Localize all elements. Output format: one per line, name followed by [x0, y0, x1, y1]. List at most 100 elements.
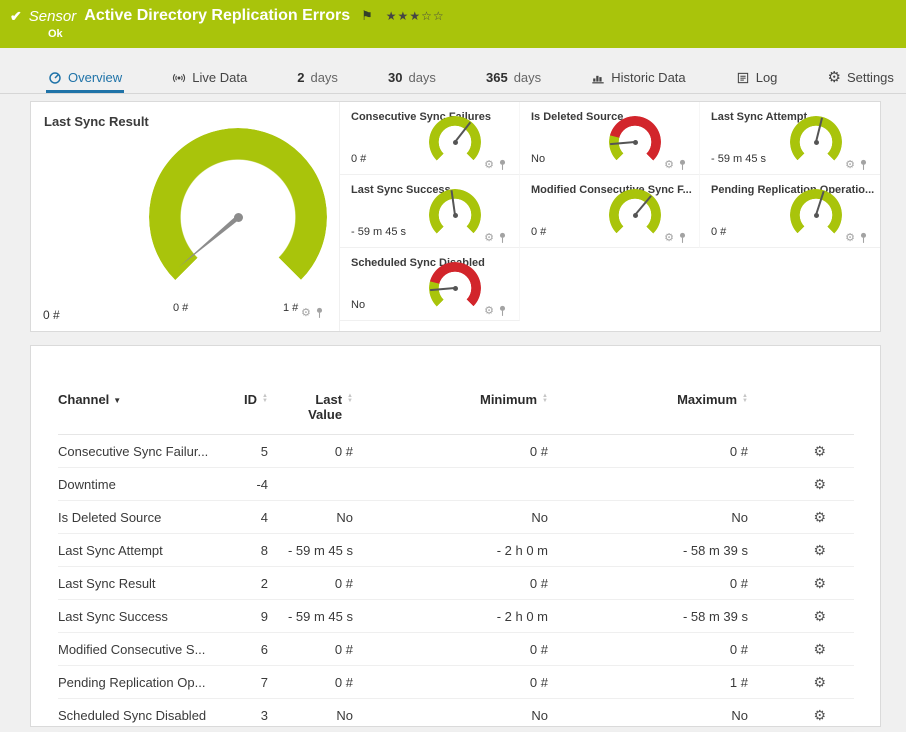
gauge-tile: Modified Consecutive Sync F... 0 # ⚙	[520, 175, 700, 248]
cell-maximum: No	[548, 500, 748, 534]
cell-id: 5	[223, 434, 268, 468]
cell-minimum: 0 #	[353, 434, 548, 468]
cell-channel: Last Sync Result	[58, 566, 223, 600]
column-header-last_value[interactable]: Last Value ▲ ▼	[268, 388, 353, 435]
cell-settings: ⚙	[748, 533, 854, 567]
gauge-tile-icons: ⚙	[664, 159, 687, 171]
gauge-dial	[429, 262, 481, 314]
gauge-hub	[813, 139, 819, 145]
page-title: Active Directory Replication Errors	[84, 7, 351, 24]
column-header-settings	[748, 388, 854, 435]
priority-flag-icon[interactable]: ⚑	[361, 8, 373, 24]
column-header-id[interactable]: ID ▲ ▼	[223, 388, 268, 435]
channel-settings-icon[interactable]: ⚙	[813, 609, 826, 623]
cell-settings: ⚙	[748, 500, 854, 534]
pin-icon[interactable]	[498, 232, 507, 244]
tab-historic-data[interactable]: Historic Data	[589, 65, 687, 93]
gauge-dial	[429, 116, 481, 168]
cell-channel: Downtime	[58, 467, 223, 501]
main-gauge-dial	[149, 128, 327, 306]
gauge-dial	[790, 116, 842, 168]
pin-icon[interactable]	[498, 305, 507, 317]
channel-settings-icon[interactable]: ⚙	[813, 642, 826, 656]
tab-settings[interactable]: ⚙ Settings	[825, 65, 895, 93]
pin-icon[interactable]	[678, 159, 687, 171]
gauge-settings-icon[interactable]: ⚙	[845, 159, 855, 171]
gauge-settings-icon[interactable]: ⚙	[484, 232, 494, 244]
tab-live-data[interactable]: Live Data	[170, 65, 249, 93]
column-header-channel[interactable]: Channel ▼	[58, 388, 223, 435]
gauge-value: - 59 m 45 s	[351, 226, 407, 238]
gauge-settings-icon[interactable]: ⚙	[845, 232, 855, 244]
column-label: Channel	[58, 392, 110, 407]
gauge-min-label: 0 #	[173, 302, 189, 314]
tab-log[interactable]: Log	[734, 65, 780, 93]
gauge-tile: Pending Replication Operatio... 0 # ⚙	[700, 175, 880, 248]
gauge-settings-icon[interactable]: ⚙	[484, 305, 494, 317]
pin-icon[interactable]	[678, 232, 687, 244]
pin-icon[interactable]	[859, 159, 868, 171]
gauge-tile-icons: ⚙	[664, 232, 687, 244]
cell-maximum: 0 #	[548, 434, 748, 468]
sort-icon: ▲ ▼	[262, 393, 268, 404]
pin-icon[interactable]	[859, 232, 868, 244]
pin-icon[interactable]	[498, 159, 507, 171]
channel-table-head-row: Channel ▼ ID ▲ ▼ Last Value ▲ ▼ Minimum ▲ ▼ Maximum…	[58, 388, 854, 435]
column-header-minimum[interactable]: Minimum ▲ ▼	[353, 388, 548, 435]
cell-settings: ⚙	[748, 665, 854, 699]
channel-settings-icon[interactable]: ⚙	[813, 444, 826, 458]
tab-365-days[interactable]: 365 days	[484, 65, 543, 93]
channels-table: Channel ▼ ID ▲ ▼ Last Value ▲ ▼ Minimum ▲ ▼ Maximum…	[58, 388, 854, 732]
sensor-header: ✔ Sensor Active Directory Replication Er…	[0, 0, 906, 48]
table-row: Pending Replication Op... 7 0 #0 #1 # ⚙	[58, 665, 854, 699]
channel-settings-icon[interactable]: ⚙	[813, 543, 826, 557]
cell-id: 4	[223, 500, 268, 534]
table-row: Downtime -4 ⚙	[58, 467, 854, 501]
tab-overview[interactable]: Overview	[46, 65, 125, 93]
tab-label: days	[408, 70, 436, 85]
cell-id: 6	[223, 632, 268, 666]
main-gauge-hub	[233, 212, 243, 222]
tab-label: Settings	[846, 70, 894, 85]
gauge-settings-icon[interactable]: ⚙	[664, 232, 674, 244]
table-row: Consecutive Sync Failur... 5 0 #0 #0 # ⚙	[58, 434, 854, 468]
gauge-settings-icon[interactable]: ⚙	[301, 307, 311, 319]
priority-stars[interactable]: ★★★☆☆	[386, 9, 445, 23]
gauge-hub	[632, 212, 638, 218]
channel-settings-icon[interactable]: ⚙	[813, 510, 826, 524]
cell-minimum: 0 #	[353, 632, 548, 666]
cell-channel: Last Sync Attempt	[58, 533, 223, 567]
cell-id: -4	[223, 467, 268, 501]
table-row: Last Sync Success 9- 59 m 45 s- 2 h 0 m- …	[58, 599, 854, 633]
cell-channel: Modified Consecutive S...	[58, 632, 223, 666]
table-row: Modified Consecutive S... 6 0 #0 #0 # ⚙	[58, 632, 854, 666]
column-label: ID	[244, 392, 258, 407]
gauge-dial	[429, 189, 481, 241]
column-header-maximum[interactable]: Maximum ▲ ▼	[548, 388, 748, 435]
gauge-settings-icon[interactable]: ⚙	[664, 159, 674, 171]
cell-minimum: - 2 h 0 m	[353, 533, 548, 567]
gauge-settings-icon[interactable]: ⚙	[484, 159, 494, 171]
cell-settings: ⚙	[748, 632, 854, 666]
cell-settings: ⚙	[748, 599, 854, 633]
column-label: Minimum	[479, 392, 538, 407]
main-gauge: Last Sync Result 0 # 0 # 1 # ⚙	[31, 102, 339, 331]
channel-settings-icon[interactable]: ⚙	[813, 477, 826, 491]
tab-label: Historic Data	[611, 70, 686, 85]
gauge-tile-icons: ⚙	[484, 232, 507, 244]
table-row: Last Sync Attempt 8- 59 m 45 s- 2 h 0 m- …	[58, 533, 854, 567]
sort-icon: ▲ ▼	[742, 393, 748, 404]
channel-settings-icon[interactable]: ⚙	[813, 675, 826, 689]
tab-label: days	[513, 70, 542, 85]
gauge-value: No	[351, 299, 366, 311]
gauge-value: 0 #	[351, 153, 367, 165]
gauge-value: No	[531, 153, 546, 165]
channel-settings-icon[interactable]: ⚙	[813, 708, 826, 722]
channel-settings-icon[interactable]: ⚙	[813, 576, 826, 590]
gauge-tile-icons: ⚙	[845, 232, 868, 244]
small-gauges-grid: Consecutive Sync Failures 0 # ⚙ Is Deleted …	[339, 102, 880, 331]
tab-30-days[interactable]: 30 days	[386, 65, 438, 93]
tab-2-days[interactable]: 2 days	[295, 65, 340, 93]
pin-icon[interactable]	[315, 307, 324, 319]
cell-channel: Consecutive Sync Failur...	[58, 434, 223, 468]
